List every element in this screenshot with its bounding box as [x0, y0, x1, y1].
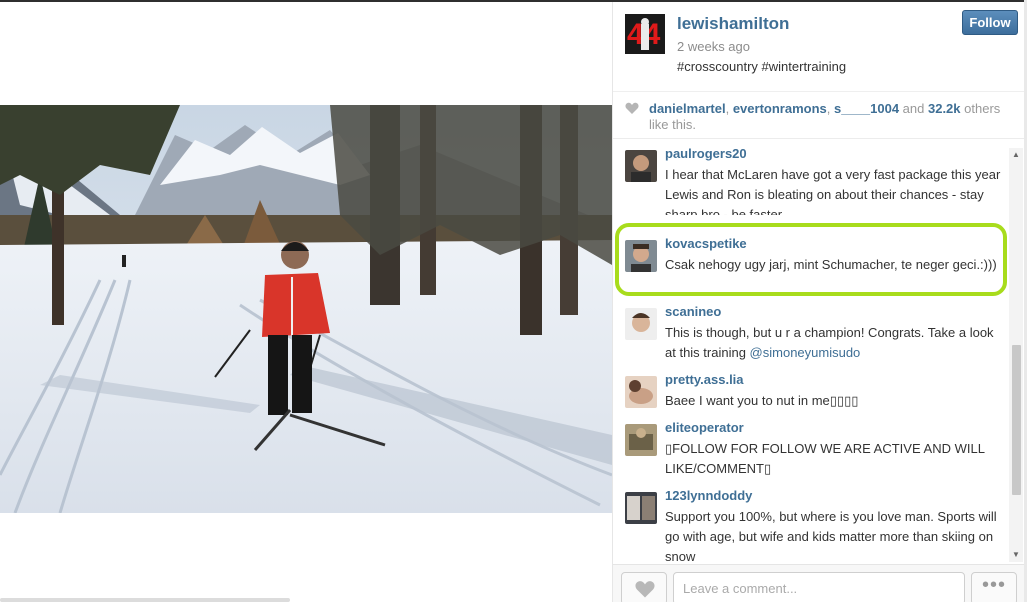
liker-link[interactable]: danielmartel — [649, 101, 726, 116]
likes-separator: , — [826, 101, 834, 116]
comment-input[interactable] — [673, 572, 965, 602]
scroll-down-arrow-icon[interactable]: ▼ — [1009, 548, 1023, 562]
comment-username[interactable]: 123lynndoddy — [665, 488, 752, 503]
comment-list: paulrogers20 I hear that McLaren have go… — [613, 140, 1025, 564]
avatar-image — [625, 308, 657, 340]
heart-icon — [625, 102, 639, 114]
comment-item: pretty.ass.lia Baee I want you to nut in… — [625, 372, 1010, 412]
comment-text: Support you 100%, but where is you love … — [665, 509, 997, 564]
horizontal-scrollbar[interactable] — [0, 598, 290, 602]
avatar-image — [625, 424, 657, 456]
comment-username[interactable]: scanineo — [665, 304, 721, 319]
more-options-button[interactable]: ••• — [971, 572, 1017, 602]
post-photo[interactable] — [0, 105, 612, 513]
post-caption: #crosscountry #wintertraining — [677, 59, 847, 74]
commenter-avatar[interactable] — [625, 308, 657, 340]
likes-count[interactable]: 32.2k — [928, 101, 961, 116]
commenter-avatar[interactable] — [625, 492, 657, 524]
author-username[interactable]: lewishamilton — [677, 14, 789, 34]
likes-summary: danielmartel, evertonramons, s____1004 a… — [613, 93, 1025, 139]
comment-footer: ••• — [613, 564, 1025, 602]
comment-text: Baee I want you to nut in me▯▯▯▯ — [665, 393, 859, 408]
liker-link[interactable]: s____1004 — [834, 101, 899, 116]
comment-item: 123lynndoddy Support you 100%, but where… — [625, 488, 1010, 564]
commenter-avatar[interactable] — [625, 150, 657, 182]
skiing-photo — [0, 105, 612, 513]
avatar-image — [625, 376, 657, 408]
mention-link[interactable]: @simoneyumisudo — [750, 345, 861, 360]
liker-link[interactable]: evertonramons — [733, 101, 827, 116]
post-detail-panel: 44 lewishamilton 2 weeks ago #crosscount… — [612, 2, 1025, 602]
comments-scrollbar[interactable]: ▲ ▼ — [1009, 148, 1023, 562]
scrollbar-thumb[interactable] — [1012, 345, 1021, 495]
likes-text: danielmartel, evertonramons, s____1004 a… — [649, 101, 1019, 133]
scroll-up-arrow-icon[interactable]: ▲ — [1009, 148, 1023, 162]
comment-username[interactable]: pretty.ass.lia — [665, 372, 744, 387]
comment-text: ▯FOLLOW FOR FOLLOW WE ARE ACTIVE AND WIL… — [665, 441, 985, 476]
avatar-image — [625, 492, 657, 524]
heart-icon — [635, 581, 655, 598]
comment-item: paulrogers20 I hear that McLaren have go… — [625, 146, 1010, 222]
author-avatar[interactable]: 44 — [625, 14, 665, 54]
highlight-outline — [615, 223, 1007, 296]
commenter-avatar[interactable] — [625, 376, 657, 408]
post-header: 44 lewishamilton 2 weeks ago #crosscount… — [613, 2, 1025, 92]
post-timestamp: 2 weeks ago — [677, 39, 750, 54]
comment-item: scanineo This is though, but u r a champ… — [625, 304, 1010, 364]
commenter-avatar[interactable] — [625, 424, 657, 456]
comment-username[interactable]: paulrogers20 — [665, 146, 747, 161]
comment-text: This is though, but u r a champion! Cong… — [665, 323, 1005, 363]
comment-item: eliteoperator ▯FOLLOW FOR FOLLOW WE ARE … — [625, 420, 1010, 480]
avatar-image — [625, 150, 657, 182]
likes-separator: , — [725, 101, 733, 116]
follow-button[interactable]: Follow — [962, 10, 1018, 35]
photo-pane — [0, 2, 612, 602]
author-avatar-image: 44 — [625, 14, 665, 54]
comment-username[interactable]: eliteoperator — [665, 420, 744, 435]
comment-text: I hear that McLaren have got a very fast… — [665, 167, 1001, 215]
likes-and: and — [899, 101, 928, 116]
like-button[interactable] — [621, 572, 667, 602]
